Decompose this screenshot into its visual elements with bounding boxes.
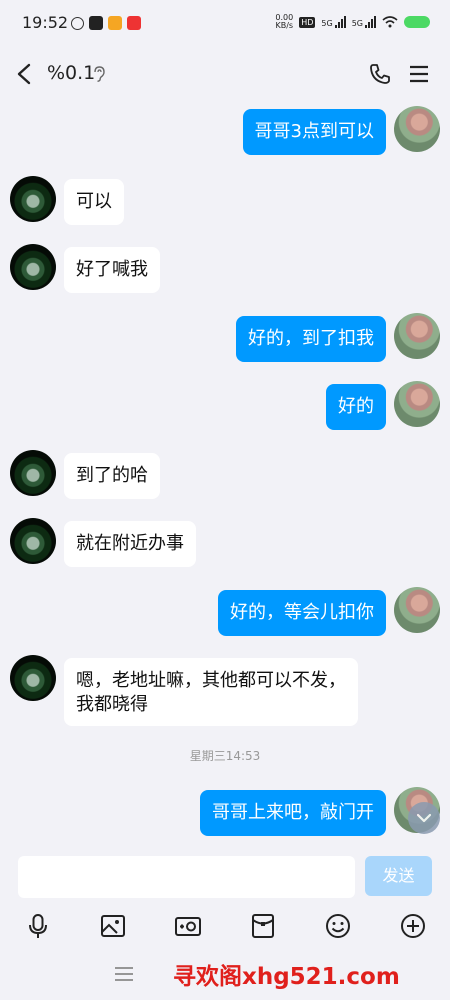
red-packet-icon[interactable] [249, 912, 277, 940]
app-notification-icon [89, 16, 103, 30]
camera-icon[interactable] [174, 912, 202, 940]
message-input[interactable] [18, 856, 355, 898]
signal-2-label: 5G [351, 19, 363, 28]
contact-avatar[interactable] [10, 655, 56, 701]
signal-icon [334, 16, 346, 28]
message-bubble-outgoing[interactable]: 好的，到了扣我 [236, 316, 386, 362]
net-speed: 0.00 KB/s [275, 14, 293, 30]
signal-1: 5G [321, 16, 346, 28]
watermark: 寻欢阁xhg521.com [173, 964, 400, 990]
back-arrow-icon[interactable] [14, 62, 36, 86]
message-bubble-incoming[interactable]: 就在附近办事 [64, 521, 196, 567]
plus-icon[interactable] [399, 912, 427, 940]
message-line: 嗯，老地址嘛，其他都可以不发， [76, 670, 346, 691]
contact-avatar[interactable] [10, 450, 56, 496]
wifi-icon [382, 16, 398, 28]
image-icon[interactable] [99, 912, 127, 940]
contact-avatar[interactable] [10, 518, 56, 564]
message-bubble-outgoing[interactable]: 好的，等会儿扣你 [218, 590, 386, 636]
system-nav-bar: 寻欢阁xhg521.com [0, 946, 450, 1000]
my-avatar[interactable] [394, 106, 440, 152]
microphone-icon[interactable] [24, 912, 52, 940]
message-bubble-incoming[interactable]: 嗯，老地址嘛，其他都可以不发， 我都晓得 [64, 658, 358, 726]
status-time: 19:52 [22, 13, 69, 32]
message-bubble-incoming[interactable]: 到了的哈 [64, 453, 160, 499]
nav-menu-icon[interactable] [114, 966, 134, 982]
my-avatar[interactable] [394, 313, 440, 359]
chat-header: %0.1 [0, 46, 450, 104]
app-notification-icon [127, 16, 141, 30]
signal-1-label: 5G [321, 19, 333, 28]
status-right: 0.00 KB/s HD 5G 5G [275, 14, 430, 30]
contact-avatar[interactable] [10, 176, 56, 222]
phone-call-icon[interactable] [368, 62, 392, 86]
input-bar: 发送 [0, 848, 450, 906]
status-bar: 19:52 0.00 KB/s HD 5G 5G [0, 0, 450, 46]
message-bubble-outgoing[interactable]: 哥哥3点到可以 [242, 109, 386, 155]
message-bubble-incoming[interactable]: 好了喊我 [64, 247, 160, 293]
my-avatar[interactable] [394, 381, 440, 427]
message-bubble-outgoing[interactable]: 哥哥上来吧，敲门开 [200, 790, 386, 836]
app-notification-icon [108, 16, 122, 30]
chat-title[interactable]: %0.1 [47, 62, 95, 84]
send-button[interactable]: 发送 [365, 856, 432, 896]
hd-badge: HD [299, 16, 316, 28]
emoji-icon[interactable] [324, 912, 352, 940]
battery-icon [404, 16, 430, 28]
contact-avatar[interactable] [10, 244, 56, 290]
signal-2: 5G [352, 16, 376, 28]
ear-icon [94, 66, 105, 82]
net-speed-unit: KB/s [275, 21, 294, 30]
scroll-to-bottom-button[interactable] [408, 802, 440, 834]
signal-icon [365, 16, 376, 28]
chevron-down-icon [417, 813, 431, 823]
message-line: 我都晓得 [76, 694, 148, 715]
menu-icon[interactable] [408, 64, 430, 84]
message-bubble-outgoing[interactable]: 好的 [326, 384, 386, 430]
notification-icons [71, 16, 141, 30]
k-app-icon [71, 16, 84, 30]
chat-toolbar [0, 906, 450, 946]
message-timestamp: 星期三14:53 [189, 749, 261, 763]
message-bubble-incoming[interactable]: 可以 [64, 179, 124, 225]
my-avatar[interactable] [394, 587, 440, 633]
